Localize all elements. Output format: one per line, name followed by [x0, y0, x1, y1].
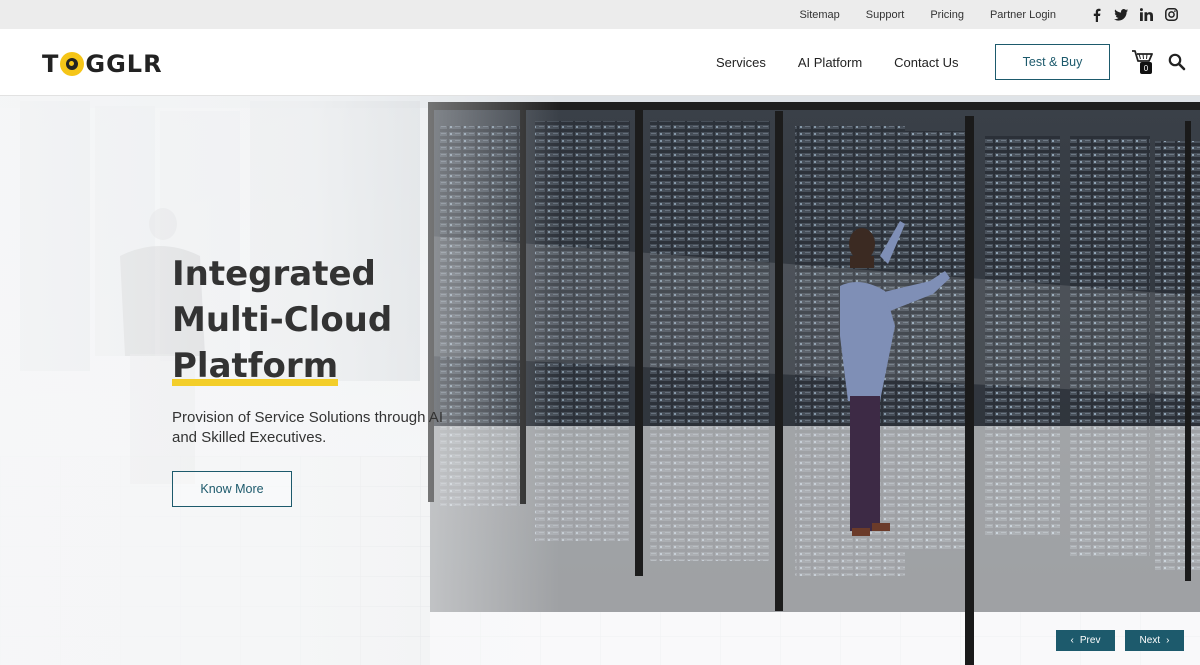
utility-links: Sitemap Support Pricing Partner Login [773, 9, 1056, 21]
nav-contact-us[interactable]: Contact Us [894, 55, 958, 70]
sitemap-link[interactable]: Sitemap [799, 9, 839, 21]
logo-text-start: T [42, 50, 60, 78]
chevron-right-icon: › [1166, 635, 1170, 646]
hero-banner: Integrated Multi-Cloud Platform Provisio… [0, 96, 1200, 665]
facebook-icon[interactable] [1089, 8, 1103, 22]
nav-services[interactable]: Services [716, 55, 766, 70]
hero-title-highlight: Platform [172, 343, 339, 389]
social-links [1078, 8, 1178, 22]
togglr-logo[interactable]: T GGLR [42, 50, 163, 78]
twitter-icon[interactable] [1114, 8, 1128, 22]
hero-title: Integrated Multi-Cloud Platform [172, 251, 532, 389]
test-and-buy-button[interactable]: Test & Buy [995, 44, 1110, 80]
search-button[interactable] [1168, 53, 1186, 71]
instagram-icon[interactable] [1164, 8, 1178, 22]
slider-pager: ‹ Prev Next › [1056, 630, 1184, 651]
support-link[interactable]: Support [866, 9, 905, 21]
pricing-link[interactable]: Pricing [930, 9, 964, 21]
next-label: Next [1139, 635, 1161, 646]
cart-count-badge: 0 [1140, 62, 1152, 74]
prev-slide-button[interactable]: ‹ Prev [1056, 630, 1115, 651]
logo-text-end: GGLR [85, 50, 163, 78]
partner-login-link[interactable]: Partner Login [990, 9, 1056, 21]
hero-title-line-2: Multi-Cloud [172, 300, 393, 340]
hero-subtitle: Provision of Service Solutions through A… [172, 409, 443, 446]
hero-title-line-1: Integrated [172, 254, 376, 294]
main-nav: Services AI Platform Contact Us [700, 29, 974, 96]
linkedin-icon[interactable] [1139, 8, 1153, 22]
nav-ai-platform[interactable]: AI Platform [798, 55, 862, 70]
logo-eye-icon [60, 52, 85, 76]
prev-label: Prev [1079, 635, 1101, 646]
main-header: T GGLR Services AI Platform Contact Us T… [0, 29, 1200, 96]
chevron-left-icon: ‹ [1070, 635, 1074, 646]
next-slide-button[interactable]: Next › [1125, 630, 1184, 651]
cart-button[interactable]: 0 [1131, 49, 1155, 75]
search-icon [1168, 53, 1186, 71]
know-more-button[interactable]: Know More [172, 471, 292, 507]
utility-bar: Sitemap Support Pricing Partner Login [0, 0, 1200, 29]
